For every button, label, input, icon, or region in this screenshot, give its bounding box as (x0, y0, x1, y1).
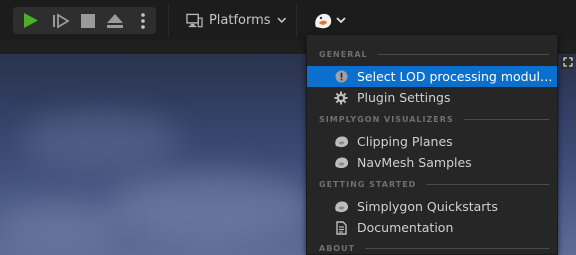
simplygon-icon (333, 134, 349, 150)
simplygon-icon (333, 155, 349, 171)
stop-icon (81, 13, 95, 28)
play-controls (13, 7, 156, 34)
stop-button[interactable] (76, 7, 100, 34)
simplygon-menu-button[interactable] (308, 7, 357, 34)
menu-item-label: NavMesh Samples (357, 155, 472, 170)
maximize-viewport-button[interactable] (561, 55, 574, 69)
sky-cloud (20, 111, 180, 171)
menu-item-clipping-planes[interactable]: Clipping Planes (307, 131, 557, 152)
menu-item-label: Documentation (357, 220, 454, 235)
menu-section-header: ABOUT (307, 238, 557, 254)
chevron-down-icon (276, 17, 286, 23)
menu-item-simplygon-quickstarts[interactable]: Simplygon Quickstarts (307, 196, 557, 217)
menu-item-documentation[interactable]: Documentation (307, 217, 557, 238)
section-divider (426, 183, 549, 185)
eject-icon (107, 13, 123, 28)
platforms-dropdown[interactable]: Platforms (182, 7, 286, 34)
eject-button[interactable] (103, 7, 127, 34)
simplygon-icon (333, 199, 349, 215)
toolbar-separator (296, 4, 297, 37)
step-frame-button[interactable] (49, 7, 73, 34)
frame-skip-icon (53, 12, 70, 29)
section-divider (463, 118, 549, 120)
play-options-button[interactable] (134, 7, 152, 34)
more-vertical-icon (141, 12, 145, 29)
simplygon-dropdown-menu: GENERAL Select LOD processing modules... (306, 34, 558, 255)
menu-item-label: Select LOD processing modules... (357, 69, 553, 84)
platforms-label: Platforms (208, 13, 271, 28)
platforms-icon (186, 13, 203, 27)
menu-item-select-lod-modules[interactable]: Select LOD processing modules... (307, 66, 557, 87)
section-divider (377, 53, 549, 55)
menu-item-label: Simplygon Quickstarts (357, 199, 498, 214)
chevron-down-icon (336, 17, 346, 24)
menu-section-header: SIMPLYGON VISUALIZERS (307, 109, 557, 129)
menu-item-navmesh-samples[interactable]: NavMesh Samples (307, 152, 557, 173)
document-icon (333, 220, 349, 236)
gear-icon (333, 90, 349, 106)
maximize-icon (562, 57, 573, 67)
play-button[interactable] (19, 7, 43, 34)
play-icon (24, 13, 38, 28)
sky-cloud (0, 201, 120, 251)
menu-section-header: GETTING STARTED (307, 174, 557, 194)
toolbar-separator (168, 4, 169, 37)
warning-circle-icon (333, 69, 349, 85)
sky-cloud (110, 171, 310, 241)
simplygon-icon (315, 13, 332, 28)
menu-item-plugin-settings[interactable]: Plugin Settings (307, 87, 557, 108)
section-divider (365, 247, 549, 249)
menu-item-label: Plugin Settings (357, 90, 451, 105)
menu-section-header: GENERAL (307, 44, 557, 64)
menu-item-label: Clipping Planes (357, 134, 453, 149)
